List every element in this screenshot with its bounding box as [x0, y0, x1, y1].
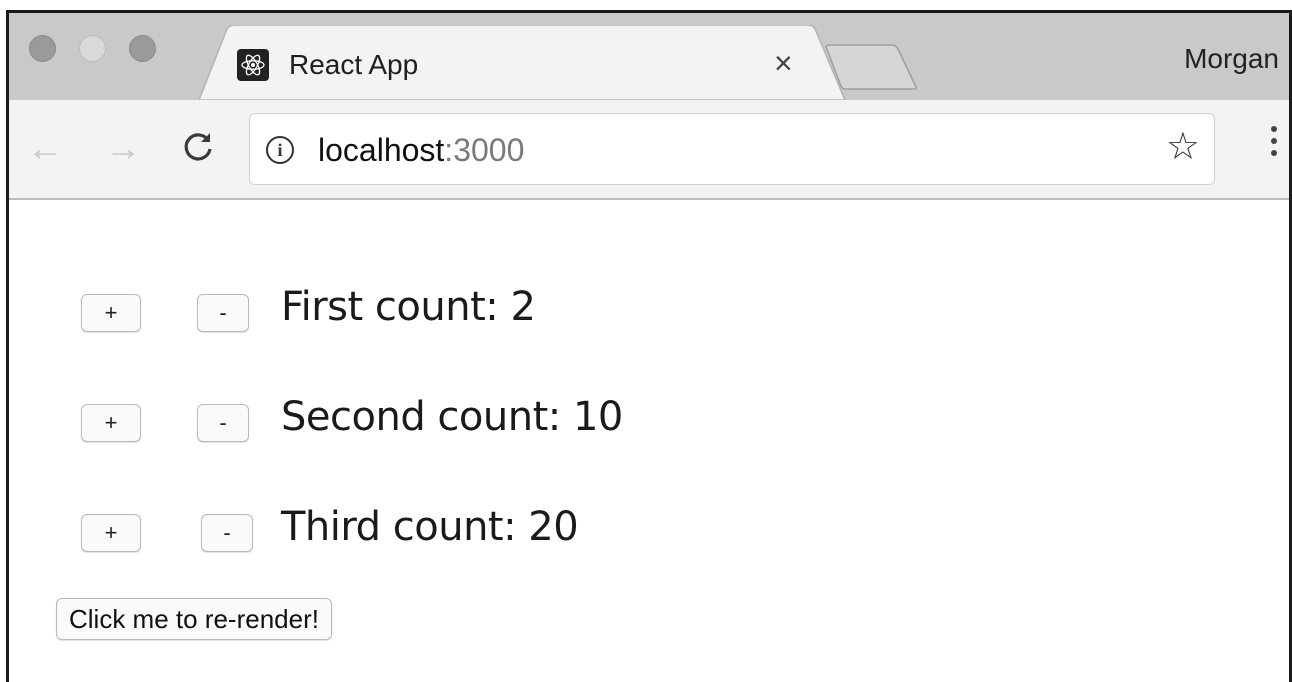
- increment-first-button[interactable]: +: [81, 294, 141, 332]
- third-count-text: Third count: 20: [281, 504, 579, 550]
- counter-row-second: + - Second count: 10: [9, 394, 809, 448]
- info-icon[interactable]: i: [266, 136, 294, 164]
- page-content: + - First count: 2 + - Second count: 10 …: [9, 202, 1289, 682]
- close-tab-icon[interactable]: ×: [774, 47, 793, 79]
- reload-icon[interactable]: [181, 130, 215, 170]
- url-port: :3000: [444, 132, 525, 168]
- second-count-text: Second count: 10: [281, 394, 623, 440]
- new-tab-button[interactable]: [824, 43, 919, 91]
- url-text: localhost:3000: [318, 132, 524, 169]
- back-arrow-icon[interactable]: ←: [27, 130, 63, 166]
- counter-row-first: + - First count: 2: [9, 284, 809, 338]
- increment-second-button[interactable]: +: [81, 404, 141, 442]
- bookmark-star-icon[interactable]: ☆: [1166, 128, 1200, 166]
- tab-title: React App: [289, 49, 419, 80]
- decrement-third-button[interactable]: -: [201, 514, 253, 552]
- first-count-text: First count: 2: [281, 284, 536, 330]
- profile-name[interactable]: Morgan: [1184, 43, 1279, 75]
- minimize-window-button[interactable]: [79, 35, 106, 62]
- react-logo-icon: [237, 49, 269, 81]
- zoom-window-button[interactable]: [129, 35, 156, 62]
- tab-react-app[interactable]: React App ×: [199, 25, 849, 100]
- forward-arrow-icon[interactable]: →: [105, 130, 141, 166]
- tab-strip: React App × Morgan: [9, 13, 1289, 100]
- url-host: localhost: [318, 132, 445, 168]
- address-bar[interactable]: i localhost:3000 ☆: [249, 113, 1215, 185]
- increment-third-button[interactable]: +: [81, 514, 141, 552]
- rerender-button[interactable]: Click me to re-render!: [56, 598, 332, 640]
- browser-menu-icon[interactable]: [1271, 126, 1277, 156]
- decrement-second-button[interactable]: -: [197, 404, 249, 442]
- browser-window: React App × Morgan ← → i localhost:3000 …: [6, 10, 1292, 682]
- close-window-button[interactable]: [29, 35, 56, 62]
- counter-row-third: + - Third count: 20: [9, 504, 809, 558]
- browser-toolbar: ← → i localhost:3000 ☆: [9, 100, 1289, 200]
- decrement-first-button[interactable]: -: [197, 294, 249, 332]
